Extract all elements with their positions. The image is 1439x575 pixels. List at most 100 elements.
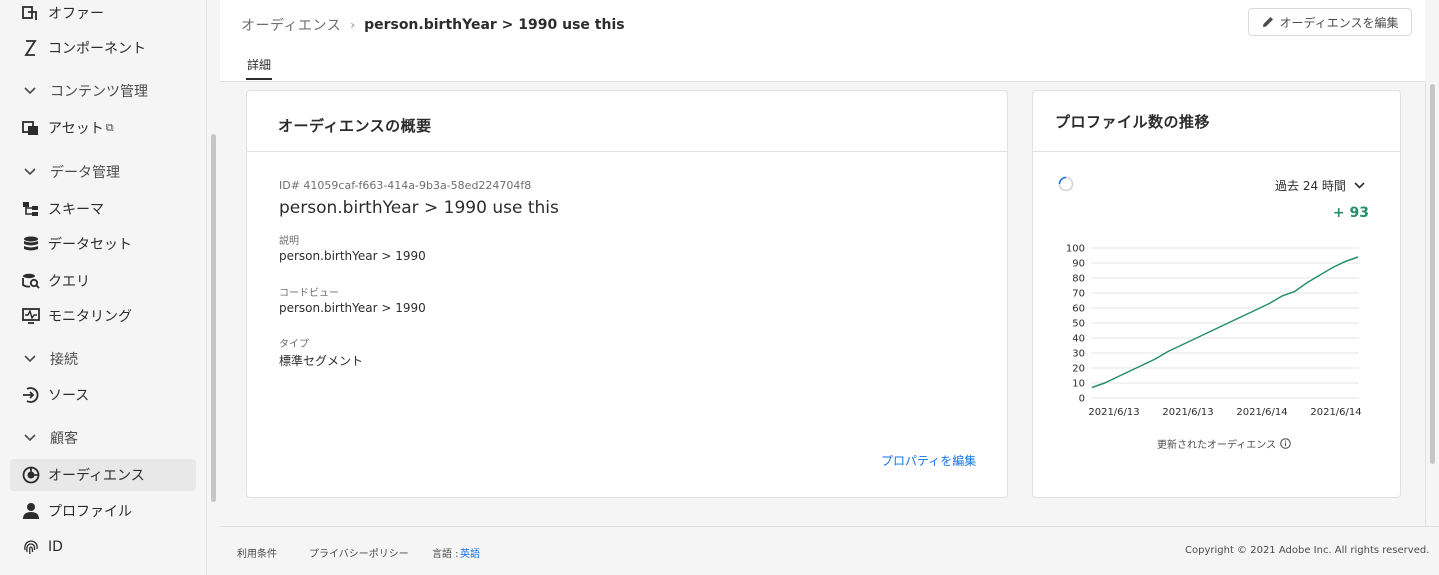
edit-properties-link[interactable]: プロパティを編集 [881,452,976,469]
x-tick-label: 2021/6/14 [1310,407,1361,418]
content-border [1425,82,1426,526]
y-tick-label: 0 [1079,394,1085,405]
audience-icon [22,466,40,484]
monitoring-icon [22,307,40,325]
profile-count-delta: + 93 [1332,205,1369,221]
loading-spinner-icon [1058,176,1074,192]
sidebar-scrollbar[interactable] [211,134,216,502]
sidebar-item-label: クエリ [48,274,90,290]
type-value: 標準セグメント [279,354,364,368]
chevron-down-icon [24,355,38,363]
sidebar-group-data[interactable]: データ管理 [10,158,196,186]
sidebar-item-label: オーディエンス [48,468,145,484]
sidebar-group-content[interactable]: コンテンツ管理 [10,77,196,105]
audience-id: ID# 41059caf-f663-414a-9b3a-58ed224704f8 [279,179,532,192]
sidebar-item-offers[interactable]: オファー [10,0,196,29]
sidebar-item-label: オファー [48,6,104,22]
x-tick-label: 2021/6/14 [1236,407,1287,418]
y-tick-label: 10 [1072,379,1085,390]
y-tick-label: 40 [1072,334,1085,345]
sidebar-item-label: モニタリング [48,309,132,325]
description-label: 説明 [279,236,299,247]
breadcrumb-audiences-link[interactable]: オーディエンス [241,15,341,35]
sidebar-item-label: アセット [48,121,104,137]
y-tick-label: 100 [1066,244,1085,255]
sidebar-item-label: ID [48,539,63,555]
divider [247,151,1007,152]
language-link[interactable]: 英語 [460,545,480,560]
sidebar-item-label: データセット [48,237,132,253]
y-tick-label: 60 [1072,304,1085,315]
external-link-icon: ⧉ [105,121,114,134]
privacy-link[interactable]: プライバシーポリシー [309,545,409,560]
sidebar-item-assets[interactable]: アセット ⧉ [10,112,196,144]
page-title: person.birthYear > 1990 use this [364,17,625,33]
pencil-icon [1262,16,1274,28]
chevron-down-icon [24,434,38,442]
tab-details[interactable]: 詳細 [247,56,271,73]
source-icon [22,386,40,404]
overview-title: オーディエンスの概要 [278,117,432,135]
copyright: Copyright © 2021 Adobe Inc. All rights r… [1185,545,1430,556]
sidebar-item-profiles[interactable]: プロファイル [10,495,196,527]
sidebar-item-label: プロファイル [48,504,132,520]
chevron-right-icon: › [350,18,356,32]
sidebar-item-label: ソース [48,388,90,404]
sidebar-group-label: データ管理 [50,165,120,181]
sidebar-item-components[interactable]: コンポーネント [10,32,196,64]
edit-audience-label: オーディエンスを編集 [1279,15,1399,30]
updated-audience-label: 更新されたオーディエンス [1157,440,1277,451]
y-tick-label: 30 [1072,349,1085,360]
sidebar-item-schemas[interactable]: スキーマ [10,193,196,225]
audience-name: person.birthYear > 1990 use this [279,198,559,218]
profile-icon [22,502,40,520]
asset-icon [22,119,40,137]
y-tick-label: 90 [1072,259,1085,270]
y-tick-label: 20 [1072,364,1085,375]
component-icon [22,39,40,57]
tab-selected-indicator [246,78,272,80]
sidebar-item-label: コンポーネント [48,41,146,57]
y-tick-label: 50 [1072,319,1085,330]
sidebar: オファー コンポーネント コンテンツ管理 アセット ⧉ データ管理 スキーマ デ… [0,0,216,575]
sidebar-item-sources[interactable]: ソース [10,379,196,411]
y-tick-label: 80 [1072,274,1085,285]
info-icon[interactable] [1280,438,1291,449]
trend-title: プロファイル数の推移 [1055,113,1211,131]
main-scrollbar[interactable] [1430,84,1435,464]
query-icon [22,272,40,290]
time-range-label: 過去 24 時間 [1275,179,1346,193]
sidebar-item-datasets[interactable]: データセット [10,228,196,260]
chevron-down-icon [24,168,38,176]
fingerprint-icon [22,538,40,556]
sidebar-group-customers[interactable]: 顧客 [10,424,196,452]
time-range-picker[interactable]: 過去 24 時間 [1275,177,1365,194]
audience-overview-card: オーディエンスの概要 ID# 41059caf-f663-414a-9b3a-5… [246,90,1008,498]
page-header: オーディエンス › person.birthYear > 1990 use th… [220,0,1425,82]
profile-trend-chart: 0 10 20 30 40 50 60 70 80 90 100 2021/6/13 2021/6/13… [1066,244,1362,419]
sidebar-group-label: 接続 [50,352,78,368]
page-footer: 利用条件 プライバシーポリシー 言語 : 英語 Copyright © 2021… [220,526,1439,575]
code-view-value: person.birthYear > 1990 [279,301,426,315]
sidebar-group-label: コンテンツ管理 [50,84,148,100]
profile-trend-card: プロファイル数の推移 過去 24 時間 + 93 0 10 20 30 40 50 60 70… [1032,90,1401,498]
chart-footer: 更新されたオーディエンス [1157,436,1291,451]
sidebar-item-identities[interactable]: ID [10,531,196,563]
chevron-down-icon [1354,182,1365,189]
terms-link[interactable]: 利用条件 [237,545,277,560]
language-label: 言語 : [432,549,459,560]
content-area: オーディエンスの概要 ID# 41059caf-f663-414a-9b3a-5… [220,82,1425,526]
code-view-label: コードビュー [279,288,339,299]
sidebar-item-queries[interactable]: クエリ [10,265,196,297]
sidebar-group-label: 顧客 [50,431,78,447]
sidebar-item-label: スキーマ [48,202,104,218]
offer-icon [22,4,40,22]
edit-audience-button[interactable]: オーディエンスを編集 [1248,8,1412,36]
sidebar-item-monitoring[interactable]: モニタリング [10,300,196,332]
schema-icon [22,200,40,218]
x-tick-label: 2021/6/13 [1088,407,1139,418]
breadcrumb: オーディエンス › person.birthYear > 1990 use th… [241,15,625,35]
divider [1033,151,1400,152]
sidebar-group-connections[interactable]: 接続 [10,345,196,373]
sidebar-item-audiences[interactable]: オーディエンス [10,459,196,491]
